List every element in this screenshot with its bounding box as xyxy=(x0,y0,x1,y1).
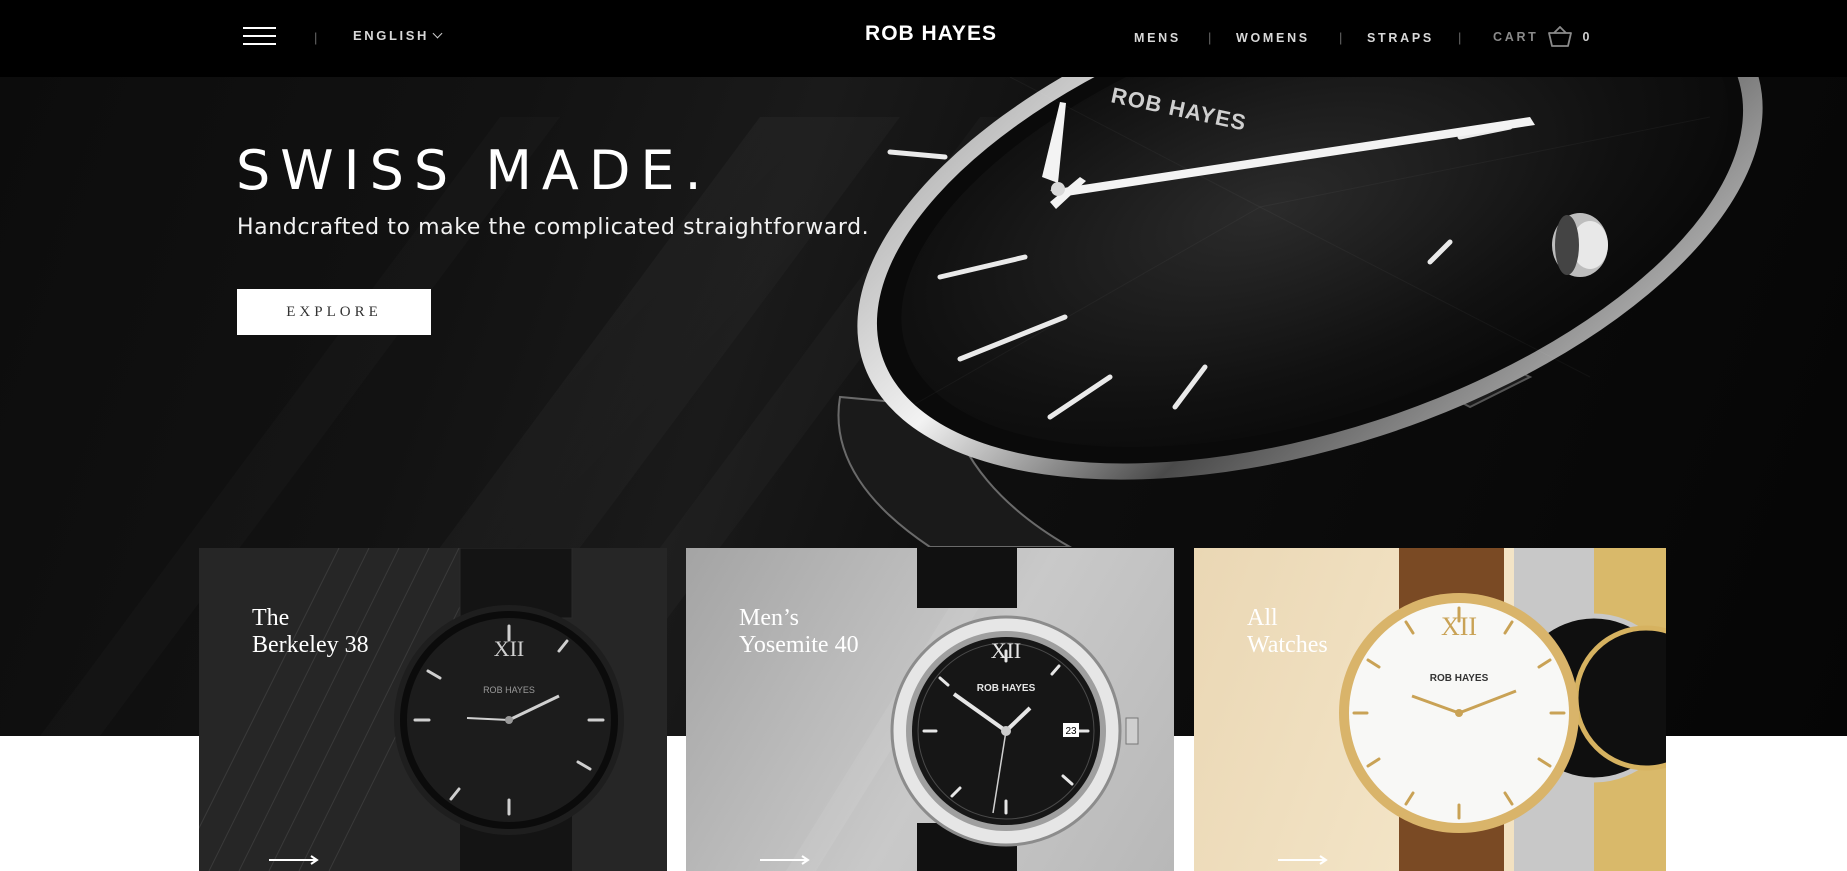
card-title-line: Berkeley 38 xyxy=(252,632,369,658)
nav-womens[interactable]: WOMENS xyxy=(1236,31,1310,45)
arrow-right-icon[interactable] xyxy=(760,855,812,865)
chevron-down-icon xyxy=(432,28,443,39)
card-title-line: Watches xyxy=(1247,632,1328,658)
nav-separator: | xyxy=(1339,30,1343,45)
nav-straps[interactable]: STRAPS xyxy=(1367,31,1434,45)
card-title-line: The xyxy=(252,605,290,631)
card-title-line: All xyxy=(1247,605,1278,631)
berkeley-numeral: XII xyxy=(494,636,525,661)
card-title: Men’s Yosemite 40 xyxy=(739,605,919,659)
yosemite-watch-image: XII ROB HAYES 23 xyxy=(786,548,1139,871)
language-label: ENGLISH xyxy=(353,28,429,43)
header-separator: | xyxy=(314,30,318,45)
arrow-right-icon[interactable] xyxy=(1278,855,1330,865)
yosemite-dial-brand: ROB HAYES xyxy=(977,683,1036,694)
card-all-watches[interactable]: XII ROB HAYES All Watches xyxy=(1194,548,1666,871)
nav-separator: | xyxy=(1208,30,1212,45)
site-logo[interactable]: ROB HAYES xyxy=(861,22,1001,46)
arrow-right-icon[interactable] xyxy=(269,855,321,865)
yosemite-date: 23 xyxy=(1065,726,1077,737)
berkeley-watch-image: XII ROB HAYES xyxy=(199,548,624,871)
berkeley-dial-brand: ROB HAYES xyxy=(483,685,535,695)
card-title: The Berkeley 38 xyxy=(252,605,432,659)
yosemite-numeral: XII xyxy=(991,638,1022,663)
basket-icon xyxy=(1547,26,1572,47)
explore-button[interactable]: EXPLORE xyxy=(237,289,431,335)
cart-button[interactable]: CART 0 xyxy=(1493,26,1589,48)
language-selector[interactable]: ENGLISH xyxy=(353,28,443,43)
all-watches-image: XII ROB HAYES xyxy=(1339,548,1666,871)
card-title: All Watches xyxy=(1247,605,1427,659)
nav-separator: | xyxy=(1458,30,1462,45)
card-berkeley-38[interactable]: XII ROB HAYES The Berkeley 38 xyxy=(199,548,667,871)
card-title-line: Men’s xyxy=(739,605,799,631)
cart-count: 0 xyxy=(1582,30,1590,44)
all-watches-dial-brand: ROB HAYES xyxy=(1430,673,1489,684)
hero-watch-image: ROB HAYES xyxy=(837,77,1763,547)
menu-icon[interactable] xyxy=(243,27,276,47)
card-title-line: Yosemite 40 xyxy=(739,632,859,658)
all-watches-numeral: XII xyxy=(1441,612,1477,641)
hero-title: SWISS MADE. xyxy=(236,139,712,202)
nav-mens[interactable]: MENS xyxy=(1134,31,1181,45)
hero-subtitle: Handcrafted to make the complicated stra… xyxy=(237,215,870,240)
site-header: | ENGLISH ROB HAYES MENS | WOMENS | STRA… xyxy=(0,0,1847,77)
card-yosemite-40[interactable]: XII ROB HAYES 23 Men’s Yosemite 40 xyxy=(686,548,1174,871)
cart-label: CART xyxy=(1493,30,1539,44)
